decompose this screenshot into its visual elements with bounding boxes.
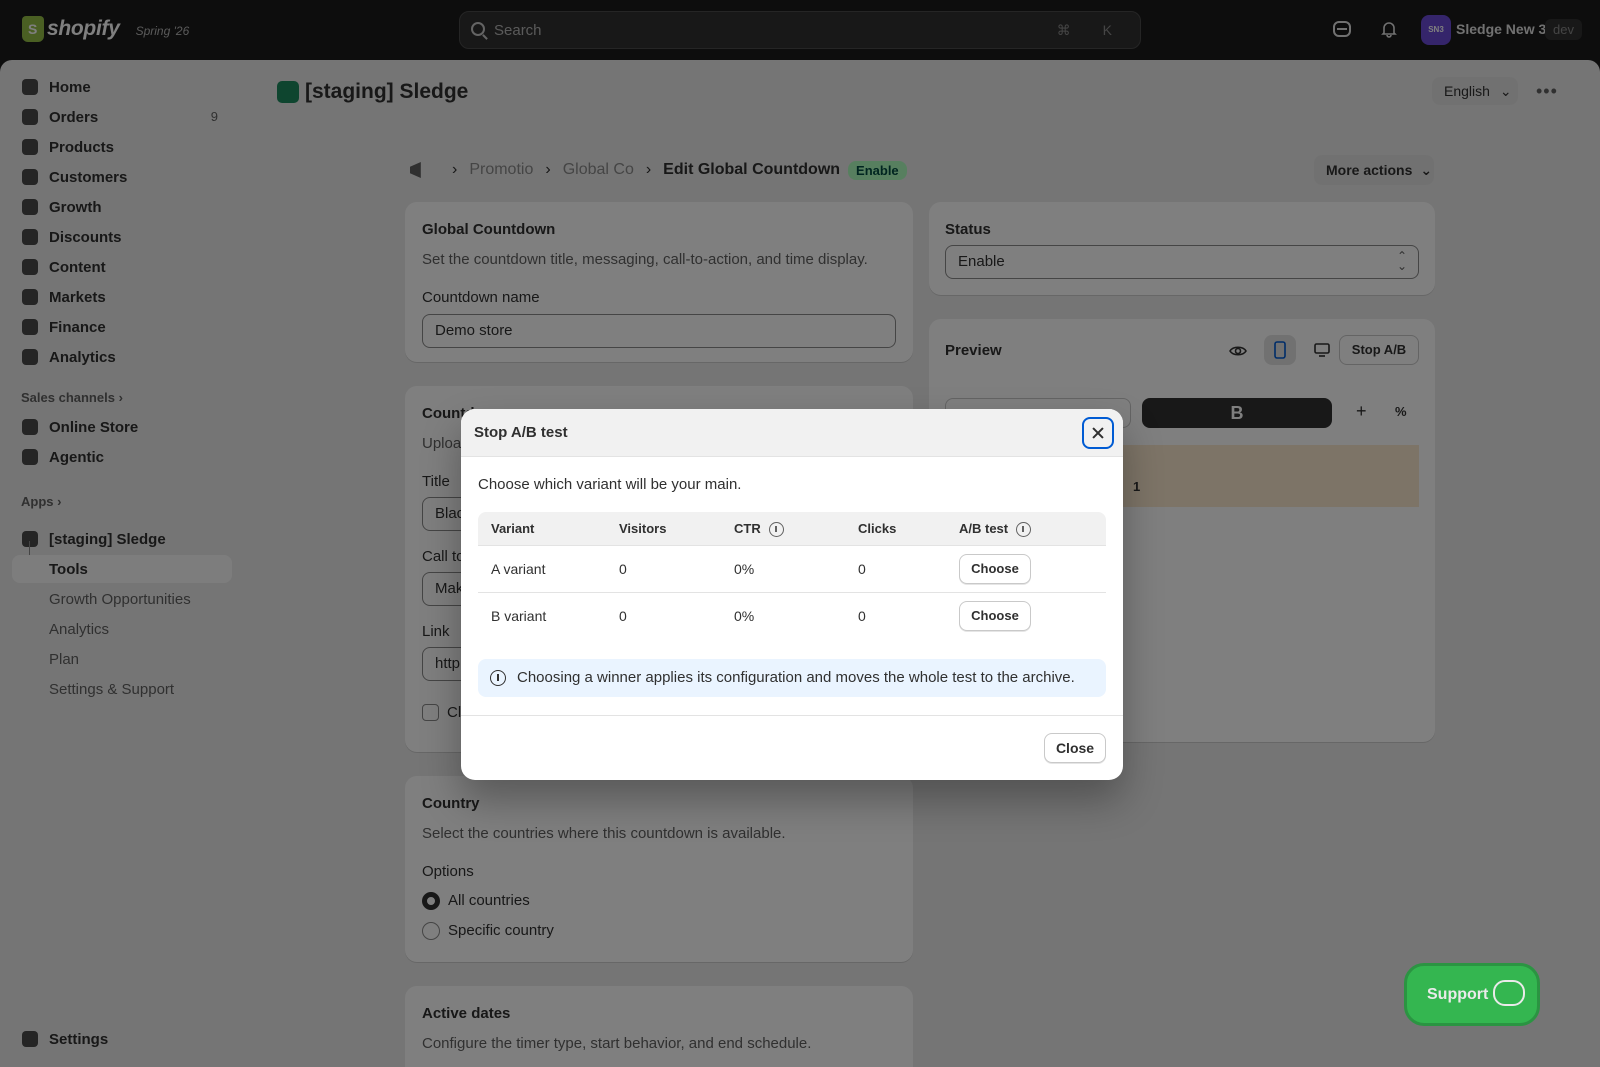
table-row: A variant 0 0% 0 Choose — [478, 546, 1106, 593]
ctr-cell: 0% — [734, 561, 755, 577]
stop-ab-modal: Stop A/B test Choose which variant will … — [461, 409, 1123, 780]
info-icon[interactable] — [1016, 522, 1032, 538]
info-banner: Choosing a winner applies its configurat… — [478, 659, 1106, 697]
modal-intro: Choose which variant will be your main. — [478, 476, 742, 493]
close-icon[interactable] — [1082, 417, 1114, 449]
column-label: CTR — [734, 521, 761, 536]
support-button[interactable]: Support — [1404, 963, 1540, 1026]
chat-bubble-icon — [1493, 980, 1525, 1006]
column-header: Visitors — [619, 521, 667, 536]
column-header: CTR — [734, 512, 784, 546]
visitors-cell: 0 — [619, 561, 627, 577]
support-label: Support — [1427, 986, 1489, 1003]
info-icon — [490, 670, 506, 686]
variant-cell: A variant — [491, 561, 546, 577]
column-header: A/B test — [959, 512, 1032, 546]
variant-cell: B variant — [491, 608, 547, 624]
column-header: Variant — [491, 521, 535, 536]
clicks-cell: 0 — [858, 561, 866, 577]
choose-a-button[interactable]: Choose — [959, 554, 1031, 584]
modal-footer: Close — [461, 715, 1123, 780]
banner-text: Choosing a winner applies its configurat… — [517, 669, 1075, 686]
clicks-cell: 0 — [858, 608, 866, 624]
choose-b-button[interactable]: Choose — [959, 601, 1031, 631]
column-label: A/B test — [959, 521, 1009, 536]
close-button[interactable]: Close — [1044, 733, 1106, 763]
modal-header: Stop A/B test — [461, 409, 1123, 457]
visitors-cell: 0 — [619, 608, 627, 624]
modal-title: Stop A/B test — [474, 424, 568, 441]
table-row: B variant 0 0% 0 Choose — [478, 593, 1106, 640]
column-header: Clicks — [858, 521, 897, 536]
variant-table: Variant Visitors CTR Clicks A/B test A v… — [478, 512, 1106, 640]
info-icon[interactable] — [768, 522, 784, 538]
table-header: Variant Visitors CTR Clicks A/B test — [478, 512, 1106, 546]
ctr-cell: 0% — [734, 608, 755, 624]
